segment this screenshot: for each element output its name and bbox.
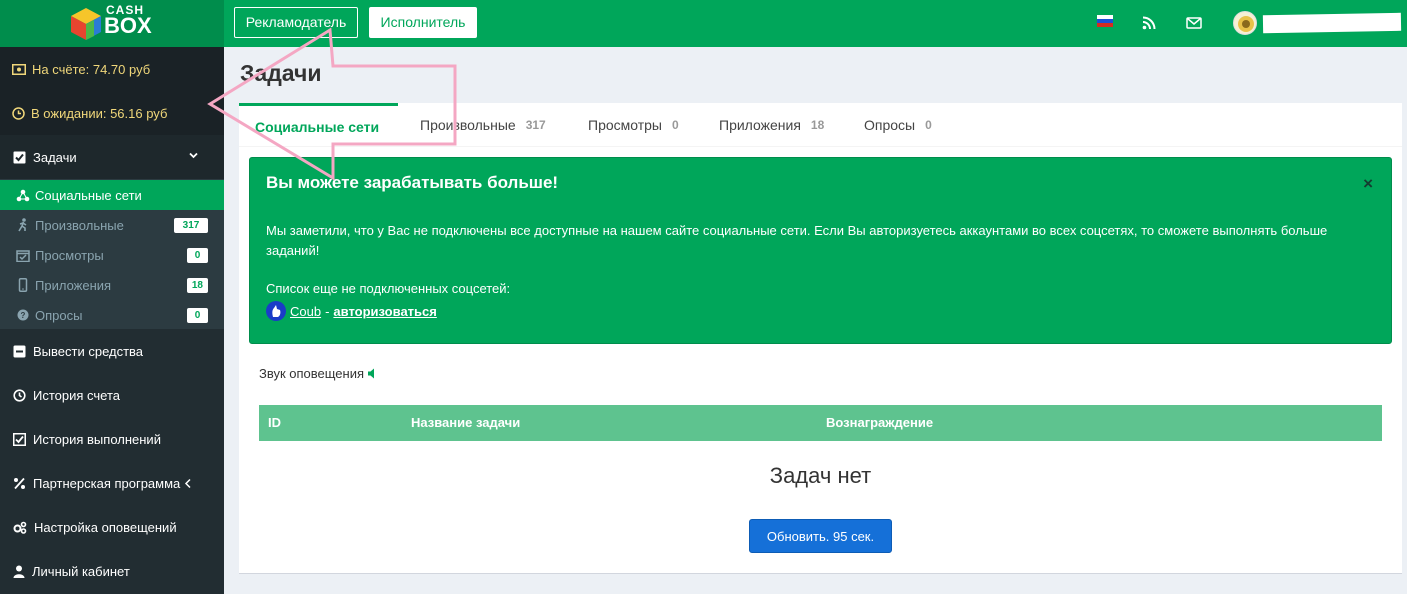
tab-count: 0: [672, 118, 679, 132]
walking-person-icon: [18, 218, 27, 232]
sidebar-item-label: Личный кабинет: [32, 563, 130, 579]
link-separator: -: [325, 303, 330, 319]
sidebar-subitem-label: Приложения: [35, 277, 112, 293]
logo[interactable]: CASH BOX: [0, 0, 224, 47]
check-square-icon: [13, 432, 26, 446]
clock-icon: [12, 106, 25, 120]
sidebar-item-completion-history[interactable]: История выполнений: [0, 417, 224, 461]
logo-cube-icon: [71, 8, 101, 40]
count-badge: 0: [187, 308, 208, 323]
tab-apps[interactable]: Приложения 18: [703, 103, 840, 147]
tasks-tabs: Социальные сети Произвольные 317 Просмот…: [239, 103, 1402, 147]
sidebar-subitem-label: Произвольные: [35, 217, 124, 233]
advertiser-button[interactable]: Рекламодатель: [234, 7, 358, 38]
sidebar-subitem-social[interactable]: Социальные сети: [0, 180, 224, 210]
tab-label: Произвольные: [420, 117, 516, 133]
authorize-link[interactable]: авторизоваться: [333, 304, 436, 319]
volume-icon[interactable]: [368, 368, 376, 379]
sidebar-subitem-apps[interactable]: Приложения 18: [0, 270, 224, 300]
count-badge: 18: [186, 278, 208, 293]
sidebar-item-label: История выполнений: [33, 431, 161, 447]
sidebar-item-withdraw[interactable]: Вывести средства: [0, 329, 224, 373]
top-navbar: CASH BOX Рекламодатель Исполнитель: [0, 0, 1407, 47]
tab-polls[interactable]: Опросы 0: [848, 103, 948, 147]
mail-icon[interactable]: [1185, 14, 1203, 32]
russian-flag-icon[interactable]: [1097, 15, 1113, 27]
checkbox-icon: [13, 151, 26, 163]
money-icon: [12, 63, 26, 75]
sidebar-item-label: История счета: [33, 387, 120, 403]
count-badge: 317: [174, 218, 208, 233]
gears-icon: [13, 521, 27, 534]
sidebar-subitem-polls[interactable]: ? Опросы 0: [0, 300, 224, 330]
percent-icon: [14, 477, 25, 489]
sound-label: Звук оповещения: [259, 366, 365, 381]
sidebar-item-notification-settings[interactable]: Настройка оповещений: [0, 505, 224, 549]
tasks-table-header: ID Название задачи Вознаграждение: [259, 405, 1382, 441]
logo-text-box: BOX: [104, 13, 152, 38]
user-icon: [13, 565, 25, 578]
count-badge: 0: [187, 248, 208, 263]
balance-text: На счёте: 74.70 руб: [32, 61, 151, 77]
alert-text: Мы заметили, что у Вас не подключены все…: [266, 223, 1328, 258]
refresh-button[interactable]: Обновить. 95 сек.: [749, 519, 892, 553]
tab-social-networks[interactable]: Социальные сети: [239, 103, 398, 147]
pending-item: В ожидании: 56.16 руб: [0, 91, 224, 135]
column-header-title[interactable]: Название задачи: [411, 405, 520, 441]
chevron-down-icon: [189, 152, 198, 159]
user-avatar[interactable]: [1233, 11, 1257, 35]
executor-button[interactable]: Исполнитель: [369, 7, 477, 38]
tab-count: 317: [525, 118, 546, 132]
sidebar-subitem-views[interactable]: Просмотры 0: [0, 240, 224, 270]
history-icon: [13, 388, 26, 402]
tasks-box: Социальные сети Произвольные 317 Просмот…: [239, 103, 1402, 574]
tab-custom[interactable]: Произвольные 317: [404, 103, 562, 147]
network-row: Coub - авторизоваться: [266, 301, 1375, 321]
tab-count: 0: [925, 118, 932, 132]
sidebar-subitem-label: Просмотры: [35, 247, 104, 263]
rss-icon[interactable]: [1140, 14, 1158, 32]
sidebar-item-label: Настройка оповещений: [34, 519, 177, 535]
sidebar-subitem-label: Опросы: [35, 307, 83, 323]
sidebar: На счёте: 74.70 руб В ожидании: 56.16 ру…: [0, 47, 224, 594]
column-header-id[interactable]: ID: [268, 405, 281, 441]
empty-state-text: Задач нет: [769, 463, 872, 488]
sidebar-item-account-history[interactable]: История счета: [0, 373, 224, 417]
sidebar-item-partner-program[interactable]: Партнерская программа: [0, 461, 224, 505]
sidebar-item-label: Вывести средства: [33, 343, 144, 359]
sidebar-subitem-label: Социальные сети: [35, 187, 142, 203]
connect-networks-alert: Вы можете зарабатывать больше! × Мы заме…: [249, 157, 1392, 344]
close-icon[interactable]: ×: [1363, 174, 1373, 194]
tab-label: Просмотры: [588, 117, 662, 133]
tab-views[interactable]: Просмотры 0: [572, 103, 695, 147]
username-redacted[interactable]: [1262, 12, 1402, 34]
calendar-check-icon: [16, 249, 30, 262]
tab-label: Социальные сети: [255, 118, 380, 135]
question-circle-icon: ?: [17, 309, 29, 321]
coub-icon: [266, 301, 286, 321]
tasks-submenu: Социальные сети Произвольные 317 Просмот…: [0, 179, 224, 329]
minus-square-icon: [13, 345, 26, 357]
column-header-reward[interactable]: Вознаграждение: [826, 405, 933, 441]
notification-sound-toggle[interactable]: Звук оповещения: [259, 366, 376, 381]
alert-title: Вы можете зарабатывать больше!: [266, 173, 559, 192]
balance-item: На счёте: 74.70 руб: [0, 47, 224, 91]
tab-count: 18: [810, 118, 825, 132]
coub-link[interactable]: Coub: [290, 304, 321, 319]
share-nodes-icon: [16, 189, 30, 201]
tab-label: Опросы: [864, 117, 916, 133]
sidebar-item-label: Задачи: [33, 149, 77, 165]
sidebar-subitem-custom[interactable]: Произвольные 317: [0, 210, 224, 240]
alert-list-title: Список еще не подключенных соцсетей:: [266, 281, 511, 296]
chevron-left-icon: [185, 478, 191, 488]
svg-text:?: ?: [21, 311, 26, 320]
tab-label: Приложения: [719, 117, 801, 133]
pending-text: В ожидании: 56.16 руб: [31, 105, 168, 121]
mobile-phone-icon: [18, 278, 28, 292]
sidebar-item-tasks[interactable]: Задачи: [0, 135, 224, 179]
sidebar-item-personal-cabinet[interactable]: Личный кабинет: [0, 549, 224, 593]
page-title: Задачи: [240, 60, 322, 86]
sidebar-item-label: Партнерская программа: [33, 475, 181, 491]
